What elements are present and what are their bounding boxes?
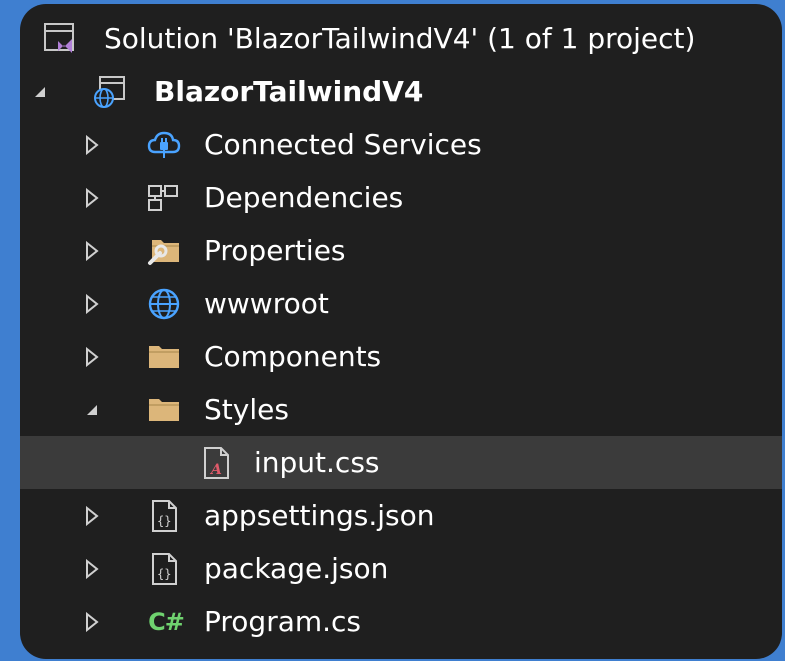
collapse-arrow-icon[interactable] — [80, 383, 104, 436]
globe-icon — [146, 286, 182, 322]
svg-text:{}: {} — [157, 514, 171, 528]
tree-item-label: appsettings.json — [204, 499, 435, 532]
tree-item-label: Connected Services — [204, 128, 482, 161]
svg-text:{}: {} — [157, 567, 171, 581]
folder-icon — [146, 392, 182, 428]
tree-item-project[interactable]: BlazorTailwindV4 — [20, 65, 782, 118]
tree-item-properties[interactable]: Properties — [20, 224, 782, 277]
tree-item-label: wwwroot — [204, 287, 329, 320]
json-file-icon: {} — [146, 498, 182, 534]
tree-item-label: Components — [204, 340, 382, 373]
tree-item-input-css[interactable]: A input.css — [20, 436, 782, 489]
tree-item-wwwroot[interactable]: wwwroot — [20, 277, 782, 330]
csharp-file-icon: C# — [148, 608, 185, 636]
solution-icon — [42, 21, 78, 57]
project-label: BlazorTailwindV4 — [154, 75, 424, 108]
tree-item-label: Dependencies — [204, 181, 404, 214]
tree-item-label: package.json — [204, 552, 389, 585]
tree-item-appsettings-json[interactable]: {} appsettings.json — [20, 489, 782, 542]
folder-icon — [146, 339, 182, 375]
tree-item-program-cs[interactable]: C# Program.cs — [20, 595, 782, 648]
tree-item-label: Styles — [204, 393, 289, 426]
dependencies-icon — [146, 180, 182, 216]
json-file-icon: {} — [146, 551, 182, 587]
tree-item-label: Program.cs — [204, 605, 362, 638]
tree-item-components[interactable]: Components — [20, 330, 782, 383]
expand-arrow-icon[interactable] — [80, 489, 104, 542]
expand-arrow-icon[interactable] — [80, 224, 104, 277]
expand-arrow-icon[interactable] — [80, 595, 104, 648]
tree-item-dependencies[interactable]: Dependencies — [20, 171, 782, 224]
expand-arrow-icon[interactable] — [80, 171, 104, 224]
solution-label: Solution 'BlazorTailwindV4' (1 of 1 proj… — [104, 22, 696, 55]
tree-item-package-json[interactable]: {} package.json — [20, 542, 782, 595]
expand-arrow-icon[interactable] — [80, 277, 104, 330]
tree-item-label: Properties — [204, 234, 346, 267]
project-web-icon — [92, 74, 128, 110]
css-file-icon: A — [198, 445, 234, 481]
expand-arrow-icon[interactable] — [80, 542, 104, 595]
tree-item-styles[interactable]: Styles — [20, 383, 782, 436]
collapse-arrow-icon[interactable] — [28, 65, 52, 118]
tree-item-label: input.css — [254, 446, 380, 479]
connected-services-icon — [146, 127, 182, 163]
expand-arrow-icon[interactable] — [80, 330, 104, 383]
tree-item-connected-services[interactable]: Connected Services — [20, 118, 782, 171]
solution-explorer-panel: Solution 'BlazorTailwindV4' (1 of 1 proj… — [20, 4, 782, 659]
expand-arrow-icon[interactable] — [80, 118, 104, 171]
properties-wrench-folder-icon — [146, 233, 182, 269]
tree-item-solution[interactable]: Solution 'BlazorTailwindV4' (1 of 1 proj… — [20, 12, 782, 65]
svg-text:A: A — [209, 462, 222, 478]
